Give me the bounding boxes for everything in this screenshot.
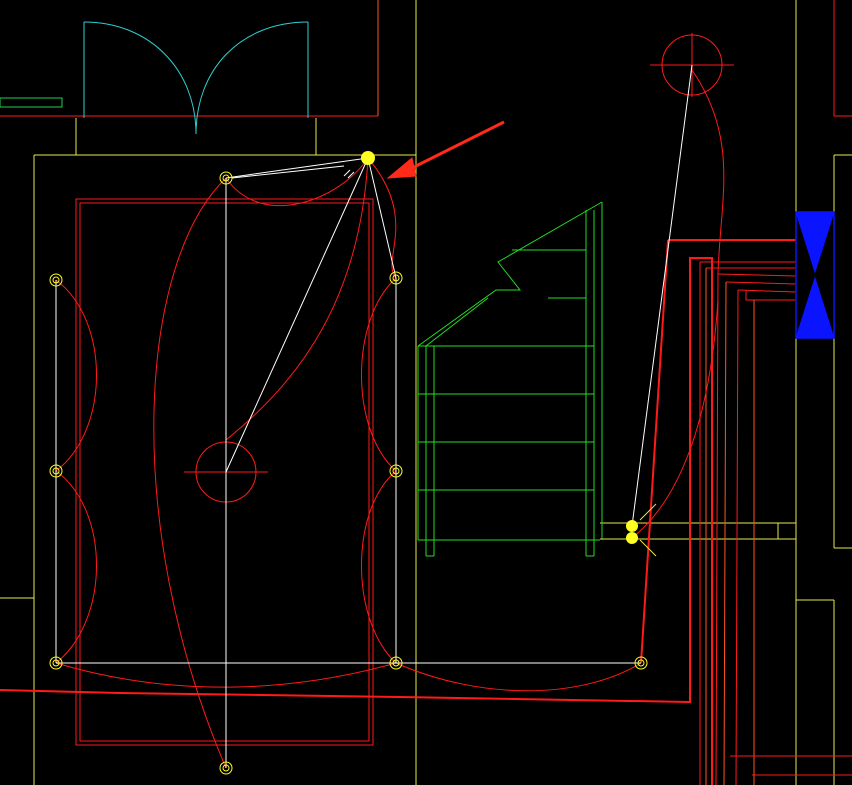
double-door-swing xyxy=(83,21,309,135)
landing-marks xyxy=(639,503,657,557)
staircase xyxy=(417,201,603,557)
cad-drawing-canvas[interactable] xyxy=(0,0,852,785)
selection-grip-icon[interactable] xyxy=(361,151,375,165)
connection-lines xyxy=(55,64,693,768)
pointer-arrow-icon xyxy=(386,120,505,179)
small-bar-element xyxy=(0,97,63,108)
selection-grip-icon[interactable] xyxy=(626,520,638,532)
distribution-panel-icon[interactable] xyxy=(795,211,835,339)
grip-marks xyxy=(343,169,355,179)
selection-grip-icon[interactable] xyxy=(626,532,638,544)
